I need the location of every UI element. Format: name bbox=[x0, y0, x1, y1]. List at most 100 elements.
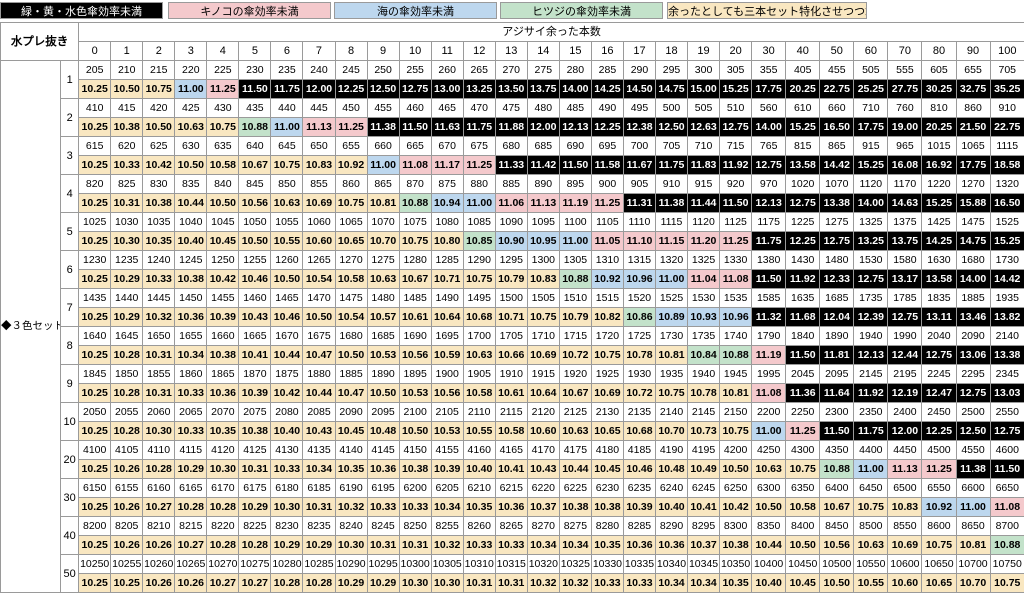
price-cell[interactable]: 1665 bbox=[239, 327, 271, 346]
price-cell[interactable]: 1730 bbox=[990, 251, 1024, 270]
efficiency-cell[interactable]: 10.78 bbox=[623, 346, 655, 365]
price-cell[interactable]: 1880 bbox=[303, 365, 335, 384]
efficiency-cell[interactable]: 10.46 bbox=[239, 270, 271, 289]
price-cell[interactable]: 1025 bbox=[79, 213, 111, 232]
efficiency-cell[interactable]: 11.50 bbox=[990, 460, 1024, 479]
price-cell[interactable]: 1495 bbox=[463, 289, 495, 308]
efficiency-cell[interactable]: 12.50 bbox=[367, 80, 399, 99]
efficiency-cell[interactable]: 11.19 bbox=[752, 346, 786, 365]
price-cell[interactable]: 6350 bbox=[786, 479, 820, 498]
efficiency-cell[interactable]: 12.13 bbox=[752, 194, 786, 213]
efficiency-cell[interactable]: 10.30 bbox=[271, 498, 303, 517]
price-cell[interactable]: 2065 bbox=[175, 403, 207, 422]
price-cell[interactable]: 2145 bbox=[854, 365, 888, 384]
price-cell[interactable]: 710 bbox=[688, 137, 720, 156]
efficiency-cell[interactable]: 10.50 bbox=[303, 308, 335, 327]
price-cell[interactable]: 2150 bbox=[720, 403, 752, 422]
price-cell[interactable]: 1705 bbox=[495, 327, 527, 346]
price-cell[interactable]: 880 bbox=[463, 175, 495, 194]
price-cell[interactable]: 475 bbox=[495, 99, 527, 118]
efficiency-cell[interactable]: 10.44 bbox=[303, 384, 335, 403]
efficiency-cell[interactable]: 10.26 bbox=[143, 574, 175, 593]
efficiency-cell[interactable]: 10.36 bbox=[175, 308, 207, 327]
price-cell[interactable]: 6155 bbox=[111, 479, 143, 498]
efficiency-cell[interactable]: 10.70 bbox=[367, 232, 399, 251]
price-cell[interactable]: 870 bbox=[399, 175, 431, 194]
price-cell[interactable]: 1900 bbox=[431, 365, 463, 384]
column-header[interactable]: 16 bbox=[591, 42, 623, 61]
efficiency-cell[interactable]: 10.72 bbox=[559, 346, 591, 365]
price-cell[interactable]: 2110 bbox=[463, 403, 495, 422]
efficiency-cell[interactable]: 10.42 bbox=[207, 270, 239, 289]
efficiency-cell[interactable]: 22.75 bbox=[820, 80, 854, 99]
efficiency-cell[interactable]: 10.63 bbox=[271, 194, 303, 213]
price-cell[interactable]: 1480 bbox=[367, 289, 399, 308]
price-cell[interactable]: 1630 bbox=[922, 251, 956, 270]
row-header[interactable]: 50 bbox=[61, 555, 79, 593]
price-cell[interactable]: 675 bbox=[463, 137, 495, 156]
price-cell[interactable]: 8255 bbox=[431, 517, 463, 536]
column-header[interactable]: 70 bbox=[888, 42, 922, 61]
price-cell[interactable]: 1230 bbox=[79, 251, 111, 270]
price-cell[interactable]: 480 bbox=[527, 99, 559, 118]
efficiency-cell[interactable]: 14.00 bbox=[752, 118, 786, 137]
efficiency-cell[interactable]: 10.68 bbox=[463, 308, 495, 327]
efficiency-cell[interactable]: 10.57 bbox=[367, 308, 399, 327]
price-cell[interactable]: 2145 bbox=[688, 403, 720, 422]
efficiency-cell[interactable]: 10.26 bbox=[111, 536, 143, 555]
efficiency-cell[interactable]: 10.25 bbox=[79, 498, 111, 517]
efficiency-cell[interactable]: 10.28 bbox=[111, 346, 143, 365]
efficiency-cell[interactable]: 10.65 bbox=[922, 574, 956, 593]
price-cell[interactable]: 8450 bbox=[820, 517, 854, 536]
price-cell[interactable]: 1730 bbox=[655, 327, 687, 346]
efficiency-cell[interactable]: 10.67 bbox=[559, 384, 591, 403]
efficiency-cell[interactable]: 10.31 bbox=[495, 574, 527, 593]
column-header[interactable]: 18 bbox=[655, 42, 687, 61]
price-cell[interactable]: 2300 bbox=[820, 403, 854, 422]
price-cell[interactable]: 1500 bbox=[495, 289, 527, 308]
efficiency-cell[interactable]: 10.58 bbox=[463, 384, 495, 403]
price-cell[interactable]: 1260 bbox=[271, 251, 303, 270]
price-cell[interactable]: 1475 bbox=[335, 289, 367, 308]
column-header[interactable]: 10 bbox=[399, 42, 431, 61]
price-cell[interactable]: 405 bbox=[786, 61, 820, 80]
column-header[interactable]: 1 bbox=[111, 42, 143, 61]
efficiency-cell[interactable]: 10.88 bbox=[820, 460, 854, 479]
row-header[interactable]: 1 bbox=[61, 61, 79, 99]
efficiency-cell[interactable]: 14.75 bbox=[655, 80, 687, 99]
efficiency-cell[interactable]: 10.29 bbox=[175, 460, 207, 479]
efficiency-cell[interactable]: 11.08 bbox=[399, 156, 431, 175]
price-cell[interactable]: 1270 bbox=[956, 175, 990, 194]
efficiency-cell[interactable]: 14.75 bbox=[956, 232, 990, 251]
row-header[interactable]: 20 bbox=[61, 441, 79, 479]
efficiency-cell[interactable]: 12.13 bbox=[559, 118, 591, 137]
efficiency-cell[interactable]: 10.54 bbox=[335, 308, 367, 327]
efficiency-cell[interactable]: 14.00 bbox=[854, 194, 888, 213]
price-cell[interactable]: 1840 bbox=[786, 327, 820, 346]
efficiency-cell[interactable]: 10.28 bbox=[303, 574, 335, 593]
price-cell[interactable]: 10600 bbox=[888, 555, 922, 574]
efficiency-cell[interactable]: 11.25 bbox=[207, 80, 239, 99]
price-cell[interactable]: 815 bbox=[786, 137, 820, 156]
price-cell[interactable]: 10285 bbox=[303, 555, 335, 574]
price-cell[interactable]: 240 bbox=[303, 61, 335, 80]
efficiency-cell[interactable]: 13.50 bbox=[495, 80, 527, 99]
price-cell[interactable]: 8500 bbox=[854, 517, 888, 536]
efficiency-cell[interactable]: 10.38 bbox=[143, 194, 175, 213]
efficiency-cell[interactable]: 10.50 bbox=[239, 232, 271, 251]
price-cell[interactable]: 1670 bbox=[271, 327, 303, 346]
column-header[interactable]: 5 bbox=[239, 42, 271, 61]
efficiency-cell[interactable]: 25.25 bbox=[854, 80, 888, 99]
price-cell[interactable]: 1115 bbox=[990, 137, 1024, 156]
price-cell[interactable]: 4200 bbox=[720, 441, 752, 460]
efficiency-cell[interactable]: 10.63 bbox=[559, 422, 591, 441]
efficiency-cell[interactable]: 10.63 bbox=[752, 460, 786, 479]
price-cell[interactable]: 910 bbox=[990, 99, 1024, 118]
efficiency-cell[interactable]: 11.38 bbox=[655, 194, 687, 213]
efficiency-cell[interactable]: 10.29 bbox=[303, 536, 335, 555]
efficiency-cell[interactable]: 10.64 bbox=[527, 384, 559, 403]
efficiency-cell[interactable]: 13.17 bbox=[888, 270, 922, 289]
price-cell[interactable]: 1115 bbox=[655, 213, 687, 232]
price-cell[interactable]: 6650 bbox=[990, 479, 1024, 498]
price-cell[interactable]: 2125 bbox=[559, 403, 591, 422]
